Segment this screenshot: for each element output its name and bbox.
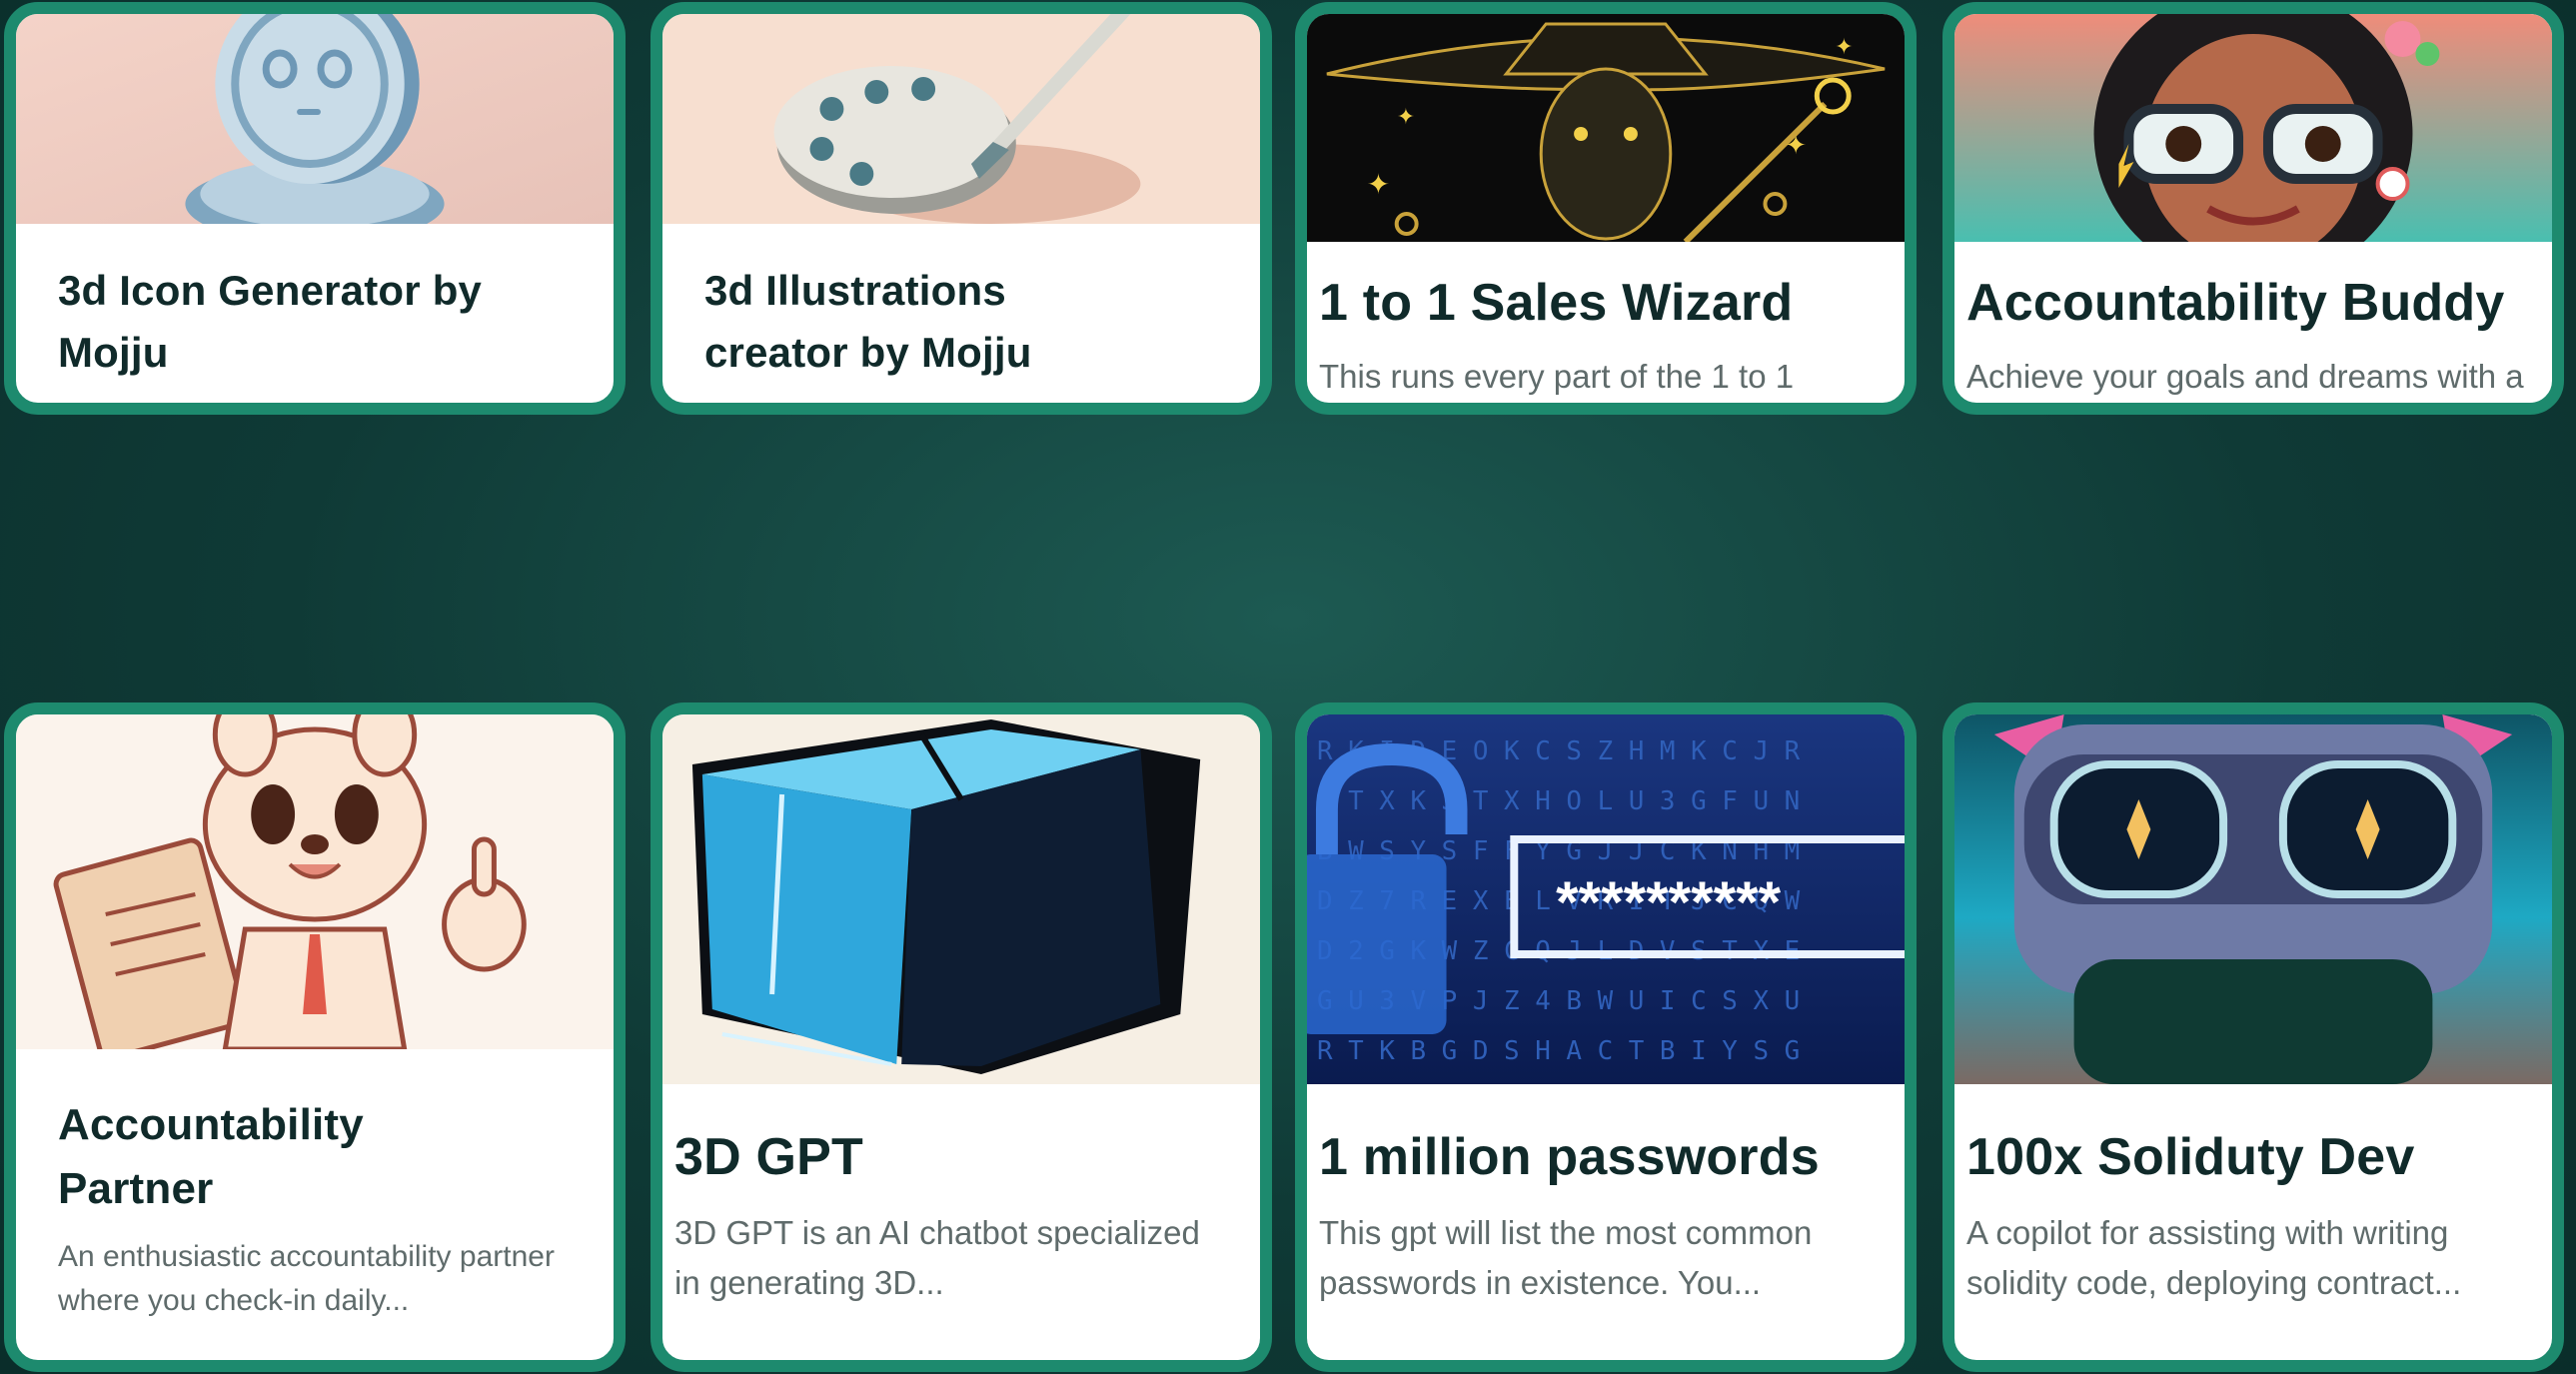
3d-icon-art [16,14,614,224]
card-description: A copilot for assisting with writing sol… [1966,1214,2462,1301]
svg-text:R T K B G D S H A C T B I Y S: R T K B G D S H A C T B I Y S G [1317,1036,1800,1066]
card-title: 1 to 1 Sales Wizard [1319,274,1794,332]
girl-with-glasses-art [1954,14,2552,242]
gpt-card-accountability-partner[interactable]: Accountability Partner An enthusiastic a… [4,702,626,1372]
card-title: 3d Icon Generator by Mojju [58,267,483,376]
card-title: 100x Soliduty Dev [1966,1128,2415,1186]
card-description: Achieve your goals and dreams with a GPT… [1966,358,2524,395]
palette-art [662,14,1260,224]
robot-cat-art [1954,714,2552,1084]
gpt-card-3d-gpt[interactable]: 3D GPT 3D GPT is an AI chatbot specializ… [650,702,1272,1372]
svg-text:✦: ✦ [1785,132,1807,160]
card-title: Accountability Buddy [1966,274,2505,332]
padlock-password-art: R K I D E O K C S Z H M K C J R B T X K … [1307,714,1905,1084]
card-title: 1 million passwords [1319,1128,1820,1186]
card-description: Discover the ease of creating personaliz… [58,396,578,403]
svg-text:B T X K J T X H O L U 3 G F U: B T X K J T X H O L U 3 G F U N [1317,786,1800,816]
gpt-card-accountability-buddy[interactable]: Accountability Buddy Achieve your goals … [1942,2,2564,415]
svg-text:✦: ✦ [1397,104,1415,129]
gpt-card-100x-solidity-dev[interactable]: 100x Soliduty Dev A copilot for assistin… [1942,702,2564,1372]
card-description: Experience bespoke 3D illustration creat… [704,396,1204,403]
card-description: This runs every part of the 1 to 1 proce… [1319,358,1795,395]
password-mask-text: ********** [1556,871,1781,935]
gpt-card-3d-icon-generator[interactable]: 3d Icon Generator by Mojju Discover the … [4,2,626,415]
svg-text:✦: ✦ [1367,169,1390,200]
card-description: 3D GPT is an AI chatbot specialized in g… [674,1214,1200,1301]
card-title: 3d Illustrations creator by Mojju [704,267,1032,376]
cartoon-squirrel-art [16,714,614,1049]
gpt-card-1-million-passwords[interactable]: R K I D E O K C S Z H M K C J R B T X K … [1295,702,1917,1372]
card-title: 3D GPT [674,1128,864,1186]
card-description: This gpt will list the most common passw… [1319,1214,1813,1301]
blue-cube-art [662,714,1260,1084]
gpt-card-sales-wizard[interactable]: ✦ ✦ ✦ ✦ 1 to 1 Sales Wizard This runs ev… [1295,2,1917,415]
svg-text:✦: ✦ [1835,34,1853,59]
gpt-card-3d-illustrations-creator[interactable]: 3d Illustrations creator by Mojju Experi… [650,2,1272,415]
card-title: Accountability Partner [58,1100,364,1213]
card-description: An enthusiastic accountability partner w… [58,1240,555,1317]
steampunk-wizard-art: ✦ ✦ ✦ ✦ [1307,14,1905,242]
